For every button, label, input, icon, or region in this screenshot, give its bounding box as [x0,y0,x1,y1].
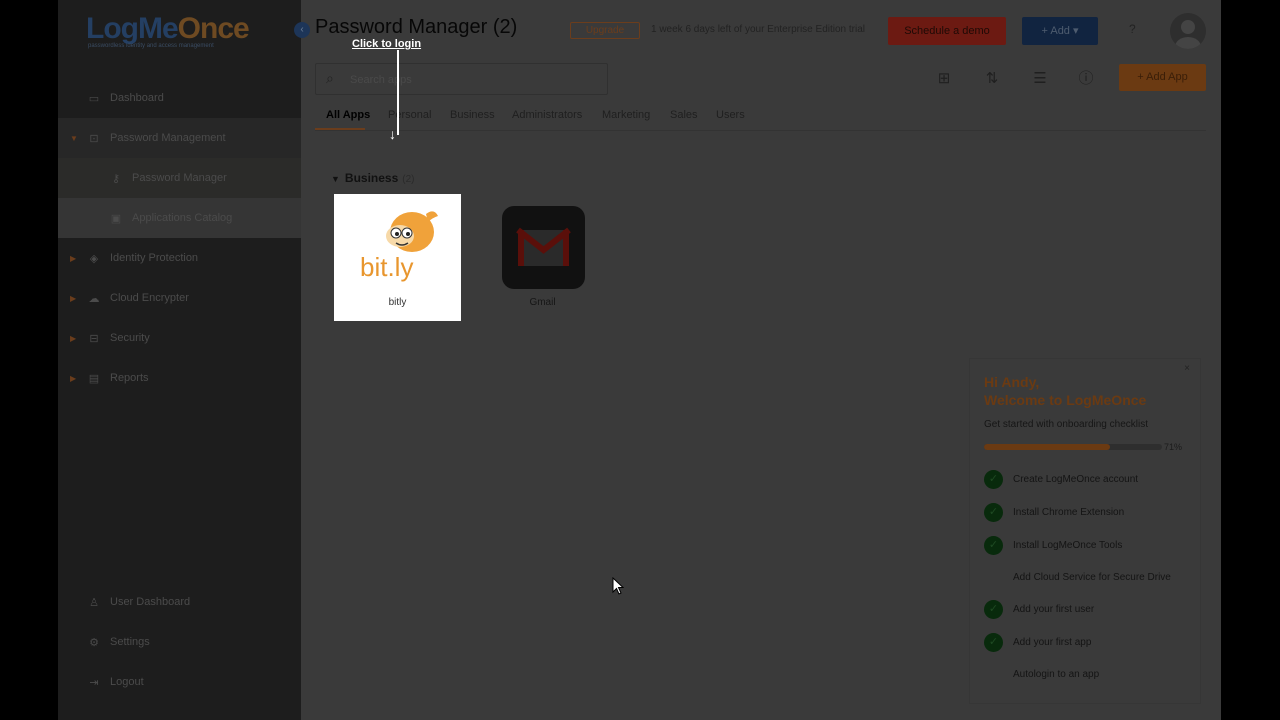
search-icon: ⌕ [326,70,334,86]
empty-check-icon [984,665,1003,684]
add-button[interactable]: + Add ▾ [1022,17,1098,45]
sidebar-item-user-dashboard[interactable]: ♙ User Dashboard [58,582,301,622]
sidebar-item-reports[interactable]: ▶ ▤ Reports [58,358,301,398]
tab-administrators[interactable]: Administrators [512,109,582,121]
check-icon: ✓ [984,502,1003,522]
app-name-gmail: Gmail [529,297,556,308]
help-icon[interactable]: ? [1129,22,1136,36]
mouse-cursor-icon [612,577,624,595]
sidebar-item-dashboard[interactable]: ▭ Dashboard [58,78,301,118]
main-content: ‹ Password Manager (2) Upgrade 1 week 6 … [294,0,1221,720]
check-icon: ✓ [984,469,1003,489]
dashboard-icon: ▭ [88,92,100,105]
cloud-icon: ☁ [88,292,100,305]
shield-icon: ◈ [89,252,99,265]
trial-notice: 1 week 6 days left of your Enterprise Ed… [651,24,865,35]
logo[interactable]: LogMeOnce [86,12,250,46]
avatar[interactable] [1170,13,1206,49]
checklist-item[interactable]: ✓ Install Chrome Extension [984,502,1124,522]
onboarding-title: Hi Andy, Welcome to LogMeOnce [984,374,1147,408]
chevron-right-icon: ▶ [70,373,77,383]
bitly-logo-icon: bit.ly [360,211,438,282]
click-to-login-hint: Click to login [352,38,422,50]
sidebar-item-applications-catalog[interactable]: ▣ Applications Catalog [58,198,301,238]
chevron-right-icon: ▶ [70,253,77,263]
add-app-button[interactable]: + Add App [1119,64,1206,91]
grid-view-icon[interactable]: ⊞ [932,67,956,91]
app-frame: LogMeOnce passwordless identity and acce… [58,0,1221,720]
onboarding-progress-bar [984,444,1162,450]
search-box: ⌕ [315,63,608,95]
search-input[interactable] [350,70,590,90]
checklist-item[interactable]: Add Cloud Service for Secure Drive [984,567,1171,587]
sidebar-item-cloud-encrypter[interactable]: ▶ ☁ Cloud Encrypter [58,278,301,318]
onboarding-progress-fill [984,444,1111,450]
app-card-bitly[interactable]: bit.ly bitly [334,194,461,321]
section-header-business[interactable]: ▼ Business (2) [331,171,415,185]
onboarding-progress-label: 71% [1164,442,1183,452]
close-icon[interactable]: × [1184,363,1190,374]
upgrade-button[interactable]: Upgrade [570,22,640,39]
security-icon: ⊟ [89,332,99,345]
collapse-sidebar-button[interactable]: ‹ [294,22,310,38]
info-icon[interactable]: ⓘ [1074,67,1098,91]
sidebar-item-settings[interactable]: ⚙ Settings [58,622,301,662]
tab-users[interactable]: Users [716,109,745,121]
tab-sales[interactable]: Sales [670,109,698,121]
reports-icon: ▤ [88,372,100,385]
sidebar-item-password-manager[interactable]: ⚷ Password Manager [58,158,301,198]
app-card-gmail[interactable]: Gmail [479,194,606,321]
key-icon: ⚷ [111,172,121,185]
sidebar-item-logout[interactable]: ⇥ Logout [58,662,301,702]
chevron-right-icon: ▶ [70,333,77,343]
hint-arrow [397,50,399,135]
logout-icon: ⇥ [89,676,99,689]
tab-marketing[interactable]: Marketing [602,109,650,121]
checklist-item[interactable]: Autologin to an app [984,664,1099,684]
sort-icon[interactable]: ⇅ [980,67,1004,91]
caret-down-icon: ▼ [331,174,340,184]
filter-settings-icon[interactable]: ☰ [1028,67,1052,91]
onboarding-subtitle: Get started with onboarding checklist [984,419,1148,430]
catalog-icon: ▣ [110,212,122,225]
tab-business[interactable]: Business [450,109,495,121]
chevron-right-icon: ▶ [70,293,77,303]
checklist-item[interactable]: ✓ Add your first user [984,599,1094,619]
lock-icon: ⊡ [89,132,99,145]
sidebar-item-identity-protection[interactable]: ▶ ◈ Identity Protection [58,238,301,278]
user-icon: ♙ [89,596,99,609]
sidebar-item-password-management[interactable]: ▼ ⊡ Password Management [58,118,301,158]
checklist-item[interactable]: ✓ Add your first app [984,632,1091,652]
tabs-divider [315,130,1206,131]
chevron-down-icon: ▼ [70,133,78,143]
chevron-left-icon: ‹ [300,24,304,35]
gmail-logo-icon [502,206,585,289]
check-icon: ✓ [984,599,1003,619]
sidebar: LogMeOnce passwordless identity and acce… [58,0,301,720]
bitly-logo-text: bit.ly [360,252,413,282]
app-name-bitly: bitly [388,297,407,308]
tab-all-apps[interactable]: All Apps [326,109,370,121]
arrow-down-icon: ↓ [389,126,396,142]
check-icon: ✓ [984,632,1003,652]
check-icon: ✓ [984,535,1003,555]
checklist-item[interactable]: ✓ Install LogMeOnce Tools [984,535,1122,555]
schedule-demo-button[interactable]: Schedule a demo [888,17,1006,45]
logo-tagline: passwordless identity and access managem… [88,43,214,49]
page-title: Password Manager (2) [315,16,518,38]
sidebar-item-security[interactable]: ▶ ⊟ Security [58,318,301,358]
empty-check-icon [984,568,1003,587]
gear-icon: ⚙ [89,636,99,649]
tab-personal[interactable]: Personal [388,109,431,121]
checklist-item[interactable]: ✓ Create LogMeOnce account [984,469,1138,489]
onboarding-checklist-panel: × Hi Andy, Welcome to LogMeOnce Get star… [969,358,1201,704]
